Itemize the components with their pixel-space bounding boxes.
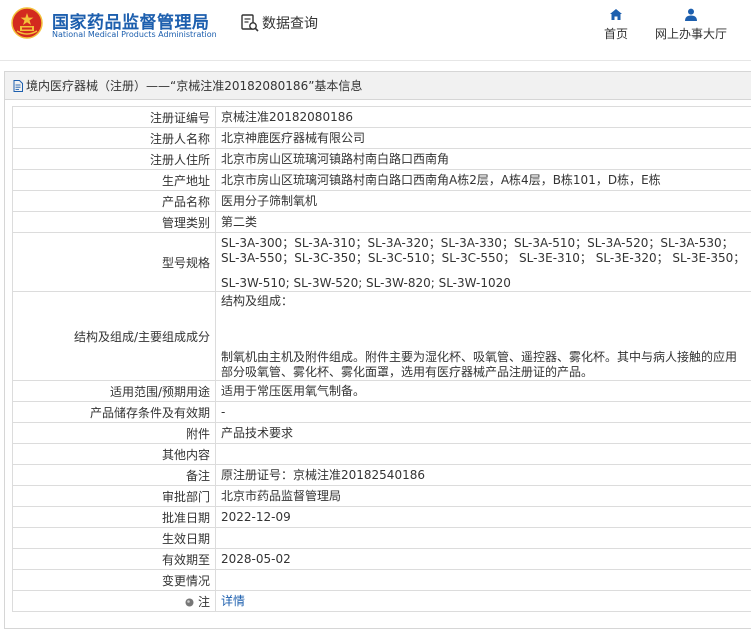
field-label: 注册人名称 xyxy=(13,128,216,149)
info-table: 注册证编号 京械注准20182080186 注册人名称 北京神鹿医疗器械有限公司… xyxy=(12,106,751,612)
field-value: 产品技术要求 xyxy=(216,423,751,444)
nav-online-hall[interactable]: 网上办事大厅 xyxy=(652,8,730,42)
home-icon xyxy=(609,8,623,21)
table-row: 管理类别 第二类 xyxy=(13,212,751,233)
field-label: 批准日期 xyxy=(13,507,216,528)
field-value: 原注册证号：京械注准20182540186 xyxy=(216,465,751,486)
table-row: 附件 产品技术要求 xyxy=(13,423,751,444)
field-value: SL-3A-300；SL-3A-310；SL-3A-320；SL-3A-330；… xyxy=(216,233,751,292)
field-value xyxy=(216,528,751,549)
field-label: 附件 xyxy=(13,423,216,444)
field-label: 审批部门 xyxy=(13,486,216,507)
table-row: 适用范围/预期用途 适用于常压医用氧气制备。 xyxy=(13,381,751,402)
table-row: 有效期至 2028-05-02 xyxy=(13,549,751,570)
nav-home[interactable]: 首页 xyxy=(600,8,632,42)
detail-panel: 境内医疗器械（注册）——“京械注准20182080186”基本信息 注册证编号 … xyxy=(4,71,751,629)
table-row: 注册人住所 北京市房山区琉璃河镇路村南白路口西南角 xyxy=(13,149,751,170)
national-emblem-icon[interactable] xyxy=(11,7,43,39)
model-spec-list: SL-3A-300；SL-3A-310；SL-3A-320；SL-3A-330；… xyxy=(221,236,745,265)
field-value: 北京神鹿医疗器械有限公司 xyxy=(216,128,751,149)
field-value: - xyxy=(216,402,751,423)
field-label: 有效期至 xyxy=(13,549,216,570)
data-query-title[interactable]: 数据查询 xyxy=(240,13,318,33)
table-row: 生产地址 北京市房山区琉璃河镇路村南白路口西南角A栋2层，A栋4层，B栋101，… xyxy=(13,170,751,191)
field-label: 管理类别 xyxy=(13,212,216,233)
field-label: 变更情况 xyxy=(13,570,216,591)
field-label: 型号规格 xyxy=(13,233,216,292)
table-row: 注册证编号 京械注准20182080186 xyxy=(13,107,751,128)
field-label: 备注 xyxy=(13,465,216,486)
structure-heading: 结构及组成： xyxy=(221,294,746,309)
table-row: 注 详情 xyxy=(13,591,751,612)
panel-title-bar: 境内医疗器械（注册）——“京械注准20182080186”基本信息 xyxy=(5,72,751,100)
note-bullet-icon xyxy=(185,598,194,607)
table-row: 产品名称 医用分子筛制氧机 xyxy=(13,191,751,212)
table-row: 变更情况 xyxy=(13,570,751,591)
field-value: 2022-12-09 xyxy=(216,507,751,528)
field-value: 第二类 xyxy=(216,212,751,233)
field-label: 生产地址 xyxy=(13,170,216,191)
field-label: 其他内容 xyxy=(13,444,216,465)
note-label-cell: 注 xyxy=(13,591,216,612)
nav-online-hall-label: 网上办事大厅 xyxy=(655,27,727,41)
table-row: 审批部门 北京市药品监督管理局 xyxy=(13,486,751,507)
table-row: 结构及组成/主要组成成分 结构及组成： 制氧机由主机及附件组成。附件主要为湿化杯… xyxy=(13,292,751,381)
table-row: 型号规格 SL-3A-300；SL-3A-310；SL-3A-320；SL-3A… xyxy=(13,233,751,292)
field-value: 北京市房山区琉璃河镇路村南白路口西南角A栋2层，A栋4层，B栋101，D栋，E栋 xyxy=(216,170,751,191)
field-label: 适用范围/预期用途 xyxy=(13,381,216,402)
site-header: 国家药品监督管理局 National Medical Products Admi… xyxy=(0,0,751,60)
panel-title: 境内医疗器械（注册）——“京械注准20182080186”基本信息 xyxy=(26,77,362,94)
field-value: 结构及组成： 制氧机由主机及附件组成。附件主要为湿化杯、吸氧管、遥控器、雾化杯。… xyxy=(216,292,751,381)
field-value: 2028-05-02 xyxy=(216,549,751,570)
field-label: 注册人住所 xyxy=(13,149,216,170)
field-value: 京械注准20182080186 xyxy=(216,107,751,128)
table-row: 其他内容 xyxy=(13,444,751,465)
model-spec-extra: SL-3W-510; SL-3W-520; SL-3W-820; SL-3W-1… xyxy=(221,276,746,291)
note-label: 注 xyxy=(198,595,210,609)
field-value: 北京市房山区琉璃河镇路村南白路口西南角 xyxy=(216,149,751,170)
field-label: 产品名称 xyxy=(13,191,216,212)
data-query-icon xyxy=(240,13,260,33)
field-value: 医用分子筛制氧机 xyxy=(216,191,751,212)
header-divider xyxy=(0,60,751,61)
details-link[interactable]: 详情 xyxy=(221,594,245,608)
site-logo-subtitle[interactable]: National Medical Products Administration xyxy=(52,30,217,39)
structure-body: 制氧机由主机及附件组成。附件主要为湿化杯、吸氧管、遥控器、雾化杯。其中与病人接触… xyxy=(221,350,746,380)
field-label: 注册证编号 xyxy=(13,107,216,128)
field-value: 适用于常压医用氧气制备。 xyxy=(216,381,751,402)
field-value: 详情 xyxy=(216,591,751,612)
field-label: 生效日期 xyxy=(13,528,216,549)
field-value xyxy=(216,444,751,465)
user-icon xyxy=(684,8,698,21)
data-query-label: 数据查询 xyxy=(262,13,318,33)
field-label: 结构及组成/主要组成成分 xyxy=(13,292,216,381)
field-value xyxy=(216,570,751,591)
field-label: 产品储存条件及有效期 xyxy=(13,402,216,423)
document-icon xyxy=(13,80,23,92)
table-row: 备注 原注册证号：京械注准20182540186 xyxy=(13,465,751,486)
table-row: 注册人名称 北京神鹿医疗器械有限公司 xyxy=(13,128,751,149)
table-row: 产品储存条件及有效期 - xyxy=(13,402,751,423)
table-row: 批准日期 2022-12-09 xyxy=(13,507,751,528)
nav-home-label: 首页 xyxy=(604,27,628,41)
field-value: 北京市药品监督管理局 xyxy=(216,486,751,507)
table-row: 生效日期 xyxy=(13,528,751,549)
